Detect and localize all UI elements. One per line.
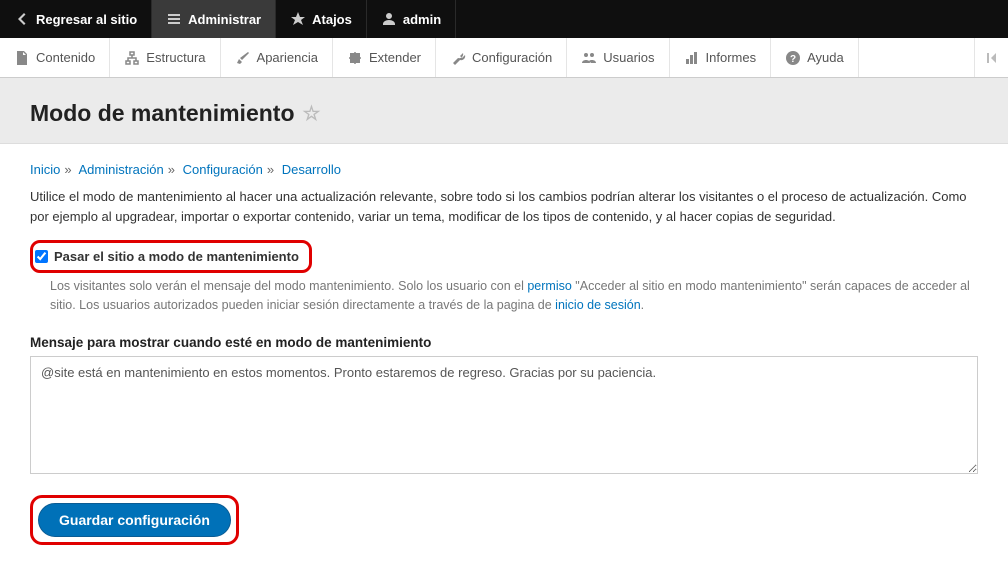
shortcuts-label: Atajos <box>312 12 352 27</box>
file-icon <box>14 50 30 66</box>
star-icon <box>290 11 306 27</box>
breadcrumb-config[interactable]: Configuración <box>183 162 263 177</box>
hamburger-icon <box>166 11 182 27</box>
page-description: Utilice el modo de mantenimiento al hace… <box>30 187 978 226</box>
orientation-toggle[interactable] <box>974 38 1008 77</box>
maintenance-message-label: Mensaje para mostrar cuando esté en modo… <box>30 335 978 350</box>
content-region: Inicio» Administración» Configuración» D… <box>0 144 1008 563</box>
wrench-icon <box>450 50 466 66</box>
menu-appearance[interactable]: Apariencia <box>221 38 333 77</box>
menu-structure-label: Estructura <box>146 50 205 65</box>
structure-icon <box>124 50 140 66</box>
menu-help[interactable]: ? Ayuda <box>771 38 859 77</box>
back-label: Regresar al sitio <box>36 12 137 27</box>
login-link[interactable]: inicio de sesión <box>555 298 640 312</box>
highlight-maintenance-checkbox: Pasar el sitio a modo de mantenimiento <box>30 240 312 273</box>
svg-text:?: ? <box>790 54 796 65</box>
menu-config-label: Configuración <box>472 50 552 65</box>
user-label: admin <box>403 12 441 27</box>
page-title-region: Modo de mantenimiento ☆ <box>0 78 1008 144</box>
users-icon <box>581 50 597 66</box>
manage-toggle[interactable]: Administrar <box>152 0 276 38</box>
menu-users[interactable]: Usuarios <box>567 38 669 77</box>
breadcrumb-dev[interactable]: Desarrollo <box>282 162 341 177</box>
help-icon: ? <box>785 50 801 66</box>
menu-extend-label: Extender <box>369 50 421 65</box>
menu-structure[interactable]: Estructura <box>110 38 220 77</box>
manage-label: Administrar <box>188 12 261 27</box>
maintenance-message-textarea[interactable] <box>30 356 978 474</box>
breadcrumb-home[interactable]: Inicio <box>30 162 60 177</box>
puzzle-icon <box>347 50 363 66</box>
menu-extend[interactable]: Extender <box>333 38 436 77</box>
menu-appearance-label: Apariencia <box>257 50 318 65</box>
favorite-star-icon[interactable]: ☆ <box>303 101 321 126</box>
maintenance-checkbox-row[interactable]: Pasar el sitio a modo de mantenimiento <box>33 243 309 270</box>
chevron-left-icon <box>14 11 30 27</box>
brush-icon <box>235 50 251 66</box>
user-icon <box>381 11 397 27</box>
menu-content-label: Contenido <box>36 50 95 65</box>
toolbar: Regresar al sitio Administrar Atajos adm… <box>0 0 1008 38</box>
page-title: Modo de mantenimiento <box>30 100 295 127</box>
menu-reports[interactable]: Informes <box>670 38 772 77</box>
menu-users-label: Usuarios <box>603 50 654 65</box>
maintenance-checkbox-label: Pasar el sitio a modo de mantenimiento <box>54 249 299 264</box>
breadcrumb: Inicio» Administración» Configuración» D… <box>30 162 978 177</box>
shortcuts-toggle[interactable]: Atajos <box>276 0 367 38</box>
user-menu[interactable]: admin <box>367 0 456 38</box>
permission-link[interactable]: permiso <box>527 279 571 293</box>
bar-chart-icon <box>684 50 700 66</box>
admin-menu: Contenido Estructura Apariencia Extender… <box>0 38 1008 78</box>
menu-config[interactable]: Configuración <box>436 38 567 77</box>
highlight-save-button: Guardar configuración <box>30 495 239 545</box>
menu-help-label: Ayuda <box>807 50 844 65</box>
save-configuration-button[interactable]: Guardar configuración <box>38 503 231 537</box>
maintenance-help-text: Los visitantes solo verán el mensaje del… <box>30 277 978 315</box>
maintenance-mode-checkbox[interactable] <box>35 250 48 263</box>
menu-content[interactable]: Contenido <box>0 38 110 77</box>
breadcrumb-admin[interactable]: Administración <box>79 162 164 177</box>
menu-reports-label: Informes <box>706 50 757 65</box>
back-to-site[interactable]: Regresar al sitio <box>0 0 152 38</box>
arrow-left-bar-icon <box>984 50 1000 66</box>
